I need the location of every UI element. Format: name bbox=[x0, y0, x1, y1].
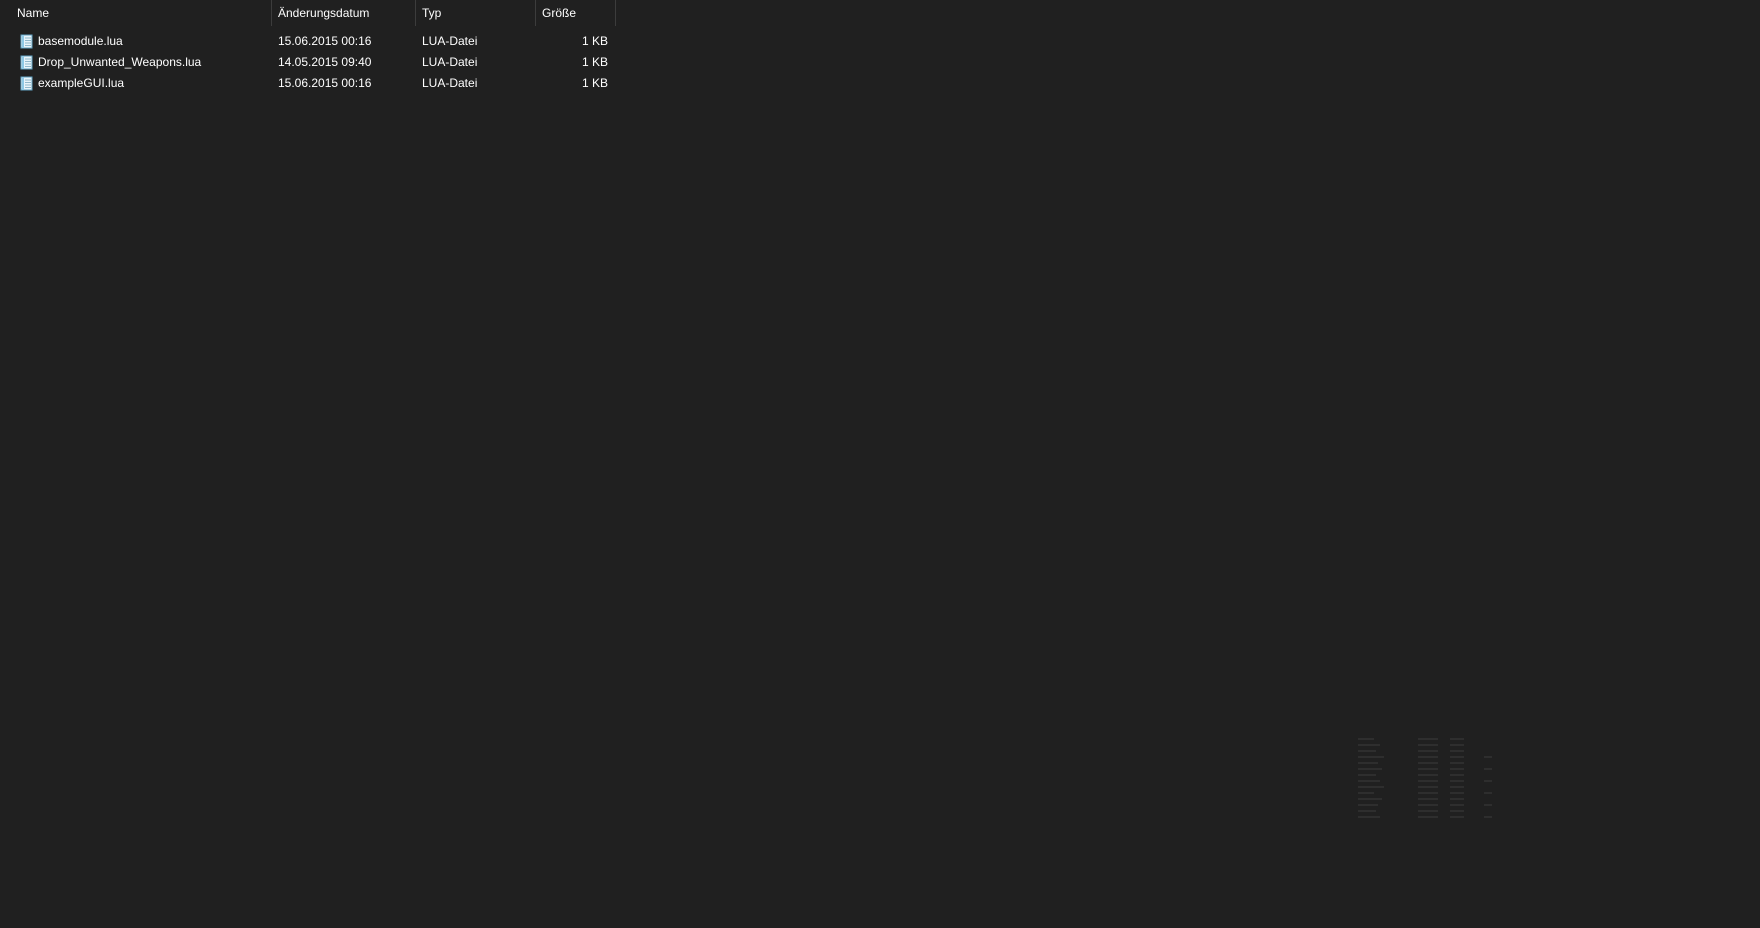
column-header-type[interactable]: Typ bbox=[416, 0, 536, 26]
lua-file-icon bbox=[20, 76, 33, 91]
file-date: 14.05.2015 09:40 bbox=[278, 55, 372, 69]
column-header-date-label: Änderungsdatum bbox=[278, 6, 370, 20]
file-row[interactable]: Drop_Unwanted_Weapons.lua 14.05.2015 09:… bbox=[0, 52, 620, 73]
file-date: 15.06.2015 00:16 bbox=[278, 76, 372, 90]
column-header-name-label: Name bbox=[17, 6, 50, 20]
file-type: LUA-Datei bbox=[422, 34, 478, 48]
file-type: LUA-Datei bbox=[422, 76, 478, 90]
file-list: basemodule.lua 15.06.2015 00:16 LUA-Date… bbox=[0, 31, 620, 94]
file-row[interactable]: exampleGUI.lua 15.06.2015 00:16 LUA-Date… bbox=[0, 73, 620, 94]
faded-preview-thumbnail bbox=[1358, 738, 1492, 818]
file-name[interactable]: basemodule.lua bbox=[38, 31, 270, 52]
chevron-up-icon[interactable]: ^ bbox=[137, 0, 147, 6]
file-row[interactable]: basemodule.lua 15.06.2015 00:16 LUA-Date… bbox=[0, 31, 620, 52]
column-header-date[interactable]: Änderungsdatum bbox=[272, 0, 416, 26]
column-header-row: Name ^ Änderungsdatum Typ Größe bbox=[0, 0, 620, 26]
file-size: 1 KB bbox=[581, 76, 608, 90]
lua-file-icon bbox=[20, 34, 33, 49]
file-explorer-window: Name ^ Änderungsdatum Typ Größe basemodu… bbox=[0, 0, 1760, 928]
column-header-size[interactable]: Größe bbox=[536, 0, 616, 26]
file-size: 1 KB bbox=[581, 34, 608, 48]
file-size: 1 KB bbox=[581, 55, 608, 69]
column-header-size-label: Größe bbox=[542, 6, 577, 20]
file-date: 15.06.2015 00:16 bbox=[278, 34, 372, 48]
file-name[interactable]: Drop_Unwanted_Weapons.lua bbox=[38, 52, 270, 73]
file-type: LUA-Datei bbox=[422, 55, 478, 69]
lua-file-icon bbox=[20, 55, 33, 70]
column-header-type-label: Typ bbox=[422, 6, 442, 20]
file-name[interactable]: exampleGUI.lua bbox=[38, 73, 270, 94]
